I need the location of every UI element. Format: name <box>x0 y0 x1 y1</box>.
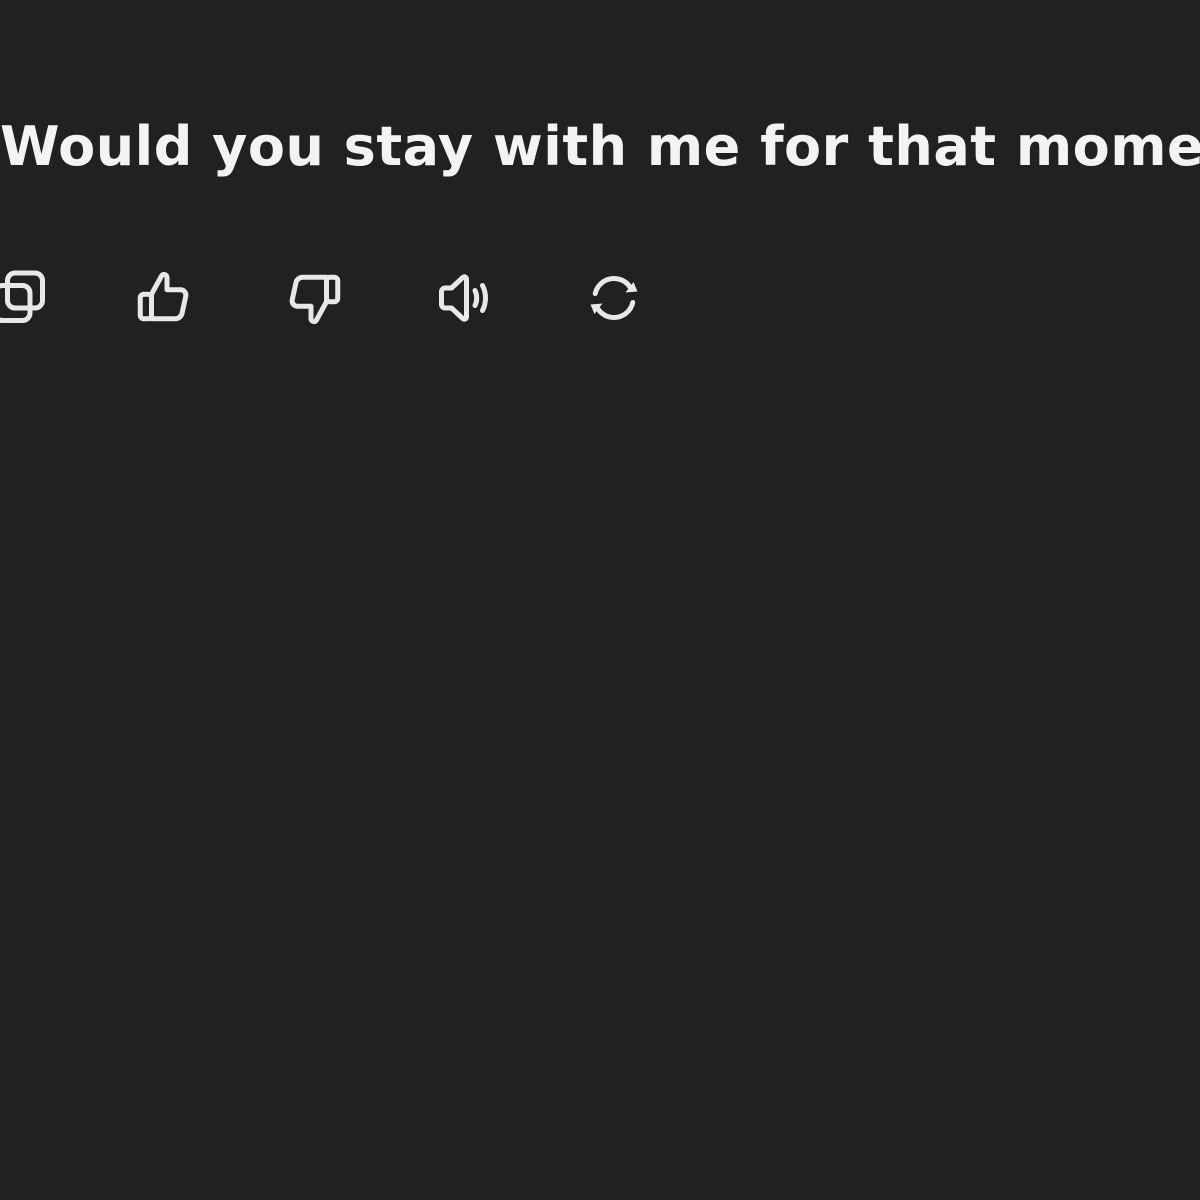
chat-message-panel: Would you stay with me for that moment? <box>0 0 1200 1200</box>
copy-button[interactable] <box>0 260 58 336</box>
refresh-icon <box>590 276 638 320</box>
read-aloud-button[interactable] <box>426 260 502 336</box>
thumbs-down-icon <box>289 274 341 325</box>
speaker-icon <box>439 274 488 322</box>
thumbs-up-icon <box>137 271 189 322</box>
good-response-button[interactable] <box>126 260 202 336</box>
regenerate-button[interactable] <box>576 260 652 336</box>
copy-icon <box>0 270 45 323</box>
message-action-bar <box>0 0 1200 400</box>
bad-response-button[interactable] <box>276 260 352 336</box>
